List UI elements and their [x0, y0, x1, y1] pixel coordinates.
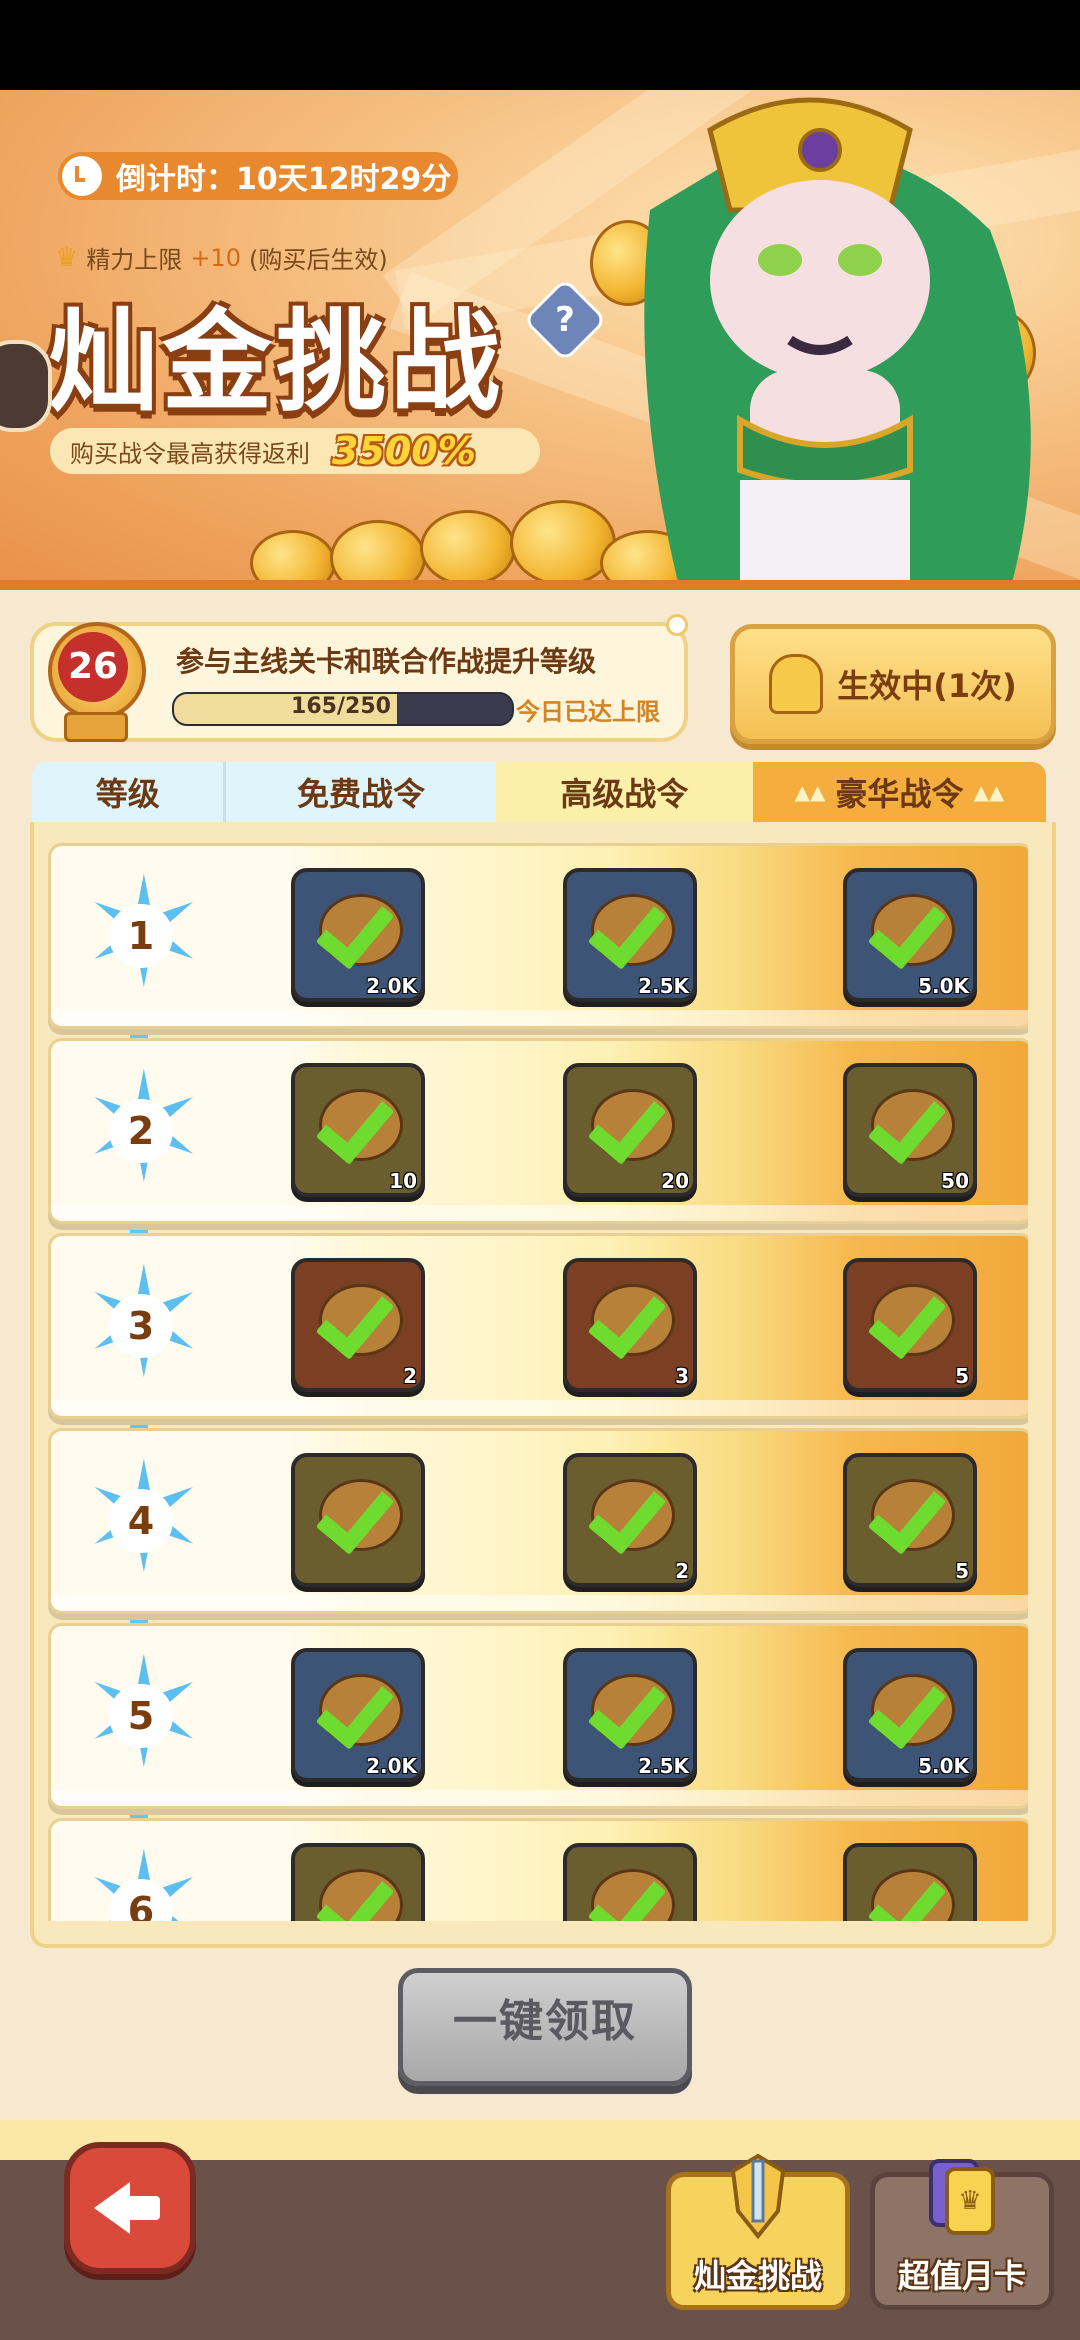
event-banner: 倒计时：10天12时29分 ♛ 精力上限 +10 (购买后生效) 灿金挑战 ? …: [0, 90, 1080, 590]
question-icon: ?: [555, 300, 575, 340]
reward-quantity: 3: [675, 1364, 689, 1388]
level-star-badge: ✶5: [81, 1639, 207, 1789]
luxury-reward-item[interactable]: 5: [843, 1453, 977, 1587]
premium-reward-item[interactable]: 2: [563, 1453, 697, 1587]
tab-level[interactable]: 等级: [32, 762, 224, 822]
level-number: 26: [58, 632, 128, 702]
level-star-badge: ✶4: [81, 1444, 207, 1594]
nav-tab-monthly-card[interactable]: ♛ 超值月卡: [870, 2159, 1054, 2310]
premium-reward-item[interactable]: [563, 1843, 697, 1921]
level-star-badge: ✶1: [81, 859, 207, 1009]
premium-reward-item[interactable]: 20: [563, 1063, 697, 1197]
row-level-number: 3: [109, 1294, 173, 1358]
tab-premium-pass[interactable]: 高级战令: [495, 762, 753, 822]
character-illustration: [644, 97, 1031, 590]
status-bar: [0, 0, 1080, 90]
reward-row: ✶ 6: [48, 1818, 1028, 1921]
active-status-button[interactable]: 生效中(1次): [730, 624, 1056, 744]
reward-quantity: 5: [955, 1364, 969, 1388]
reward-quantity: 2: [403, 1364, 417, 1388]
free-reward-item[interactable]: [291, 1453, 425, 1587]
crown-icon: ♛: [55, 242, 79, 273]
trophy-icon: [769, 654, 824, 714]
reward-quantity: 2.0K: [366, 974, 417, 998]
reward-quantity: 2.5K: [638, 1754, 689, 1778]
tab-luxury-label: 豪华战令: [835, 775, 964, 813]
reward-row: ✶1 2.0K 2.5K 5.0K: [48, 843, 1028, 1029]
tab-free-pass[interactable]: 免费战令: [223, 762, 496, 822]
premium-reward-item[interactable]: 2.5K: [563, 1648, 697, 1782]
reward-quantity: 50: [941, 1169, 969, 1193]
rebate-percent: 3500%: [332, 429, 476, 473]
luxury-reward-item[interactable]: [843, 1843, 977, 1921]
level-star-badge: ✶3: [81, 1249, 207, 1399]
energy-label: 精力上限: [86, 246, 183, 274]
reward-row: ✶3 2 3 5: [48, 1233, 1028, 1419]
energy-bonus: ♛ 精力上限 +10 (购买后生效): [55, 240, 388, 275]
level-description: 参与主线关卡和联合作战提升等级: [176, 645, 597, 678]
event-title: 灿金挑战: [48, 298, 504, 426]
reward-quantity: 20: [661, 1169, 689, 1193]
luxury-reward-item[interactable]: 5.0K: [843, 868, 977, 1002]
rebate-bar: 购买战令最高获得返利 3500%: [50, 428, 540, 474]
side-chat-bubble[interactable]: [0, 340, 52, 432]
premium-reward-item[interactable]: 3: [563, 1258, 697, 1392]
reward-row: ✶2 10 20 50: [48, 1038, 1028, 1224]
luxury-reward-item[interactable]: 50: [843, 1063, 977, 1197]
row-level-number: 2: [109, 1099, 173, 1163]
sparkle-icon: ▲▲: [794, 780, 826, 804]
claim-all-button[interactable]: 一键领取: [398, 1968, 692, 2086]
countdown-text: 倒计时：10天12时29分: [116, 162, 452, 197]
premium-reward-item[interactable]: 2.5K: [563, 868, 697, 1002]
rebate-text: 购买战令最高获得返利: [70, 439, 310, 468]
free-reward-item[interactable]: 10: [291, 1063, 425, 1197]
row-level-number: 5: [109, 1684, 173, 1748]
reward-row: ✶5 2.0K 2.5K 5.0K: [48, 1623, 1028, 1809]
reward-quantity: 5: [955, 1559, 969, 1583]
countdown-timer: 倒计时：10天12时29分: [58, 152, 458, 200]
card-icon: ♛: [929, 2159, 995, 2235]
energy-note: (购买后生效): [248, 246, 388, 274]
back-arrow-icon: [94, 2182, 130, 2234]
reward-quantity: 5.0K: [918, 1754, 969, 1778]
free-reward-item[interactable]: 2.0K: [291, 1648, 425, 1782]
pass-tabs: 等级 免费战令 高级战令 ▲▲ 豪华战令 ▲▲: [32, 762, 1046, 822]
row-level-number: 1: [109, 904, 173, 968]
back-button[interactable]: [64, 2142, 196, 2274]
active-status-label: 生效中(1次): [837, 667, 1017, 705]
nav-tab-gold-challenge[interactable]: 灿金挑战: [666, 2153, 850, 2310]
reward-quantity: 5.0K: [918, 974, 969, 998]
luxury-reward-item[interactable]: 5: [843, 1258, 977, 1392]
reward-quantity: 2.5K: [638, 974, 689, 998]
reward-quantity: 2.0K: [366, 1754, 417, 1778]
level-badge: 26: [34, 612, 152, 742]
luxury-reward-item[interactable]: 5.0K: [843, 1648, 977, 1782]
xp-progress-text: 165/250: [291, 694, 391, 719]
clock-icon: [62, 156, 102, 196]
coin-icon: [420, 510, 516, 586]
free-reward-item[interactable]: 2.0K: [291, 868, 425, 1002]
reward-row: ✶4 2 5: [48, 1428, 1028, 1614]
energy-bonus-value: +10: [190, 243, 241, 272]
ornament-dot: [666, 614, 688, 636]
sword-emblem-icon: [730, 2153, 786, 2240]
sparkle-icon: ▲▲: [973, 780, 1005, 804]
nav-tab-label: 超值月卡: [897, 2257, 1026, 2295]
svg-text:♛: ♛: [958, 2186, 981, 2216]
free-reward-item[interactable]: [291, 1843, 425, 1921]
tab-luxury-pass[interactable]: ▲▲ 豪华战令 ▲▲: [752, 762, 1046, 822]
free-reward-item[interactable]: 2: [291, 1258, 425, 1392]
level-star-badge: ✶ 6: [81, 1834, 207, 1921]
reward-list[interactable]: ✶12.0K2.5K5.0K✶2102050✶3235✶425✶52.0K2.5…: [48, 843, 1028, 1921]
level-star-badge: ✶2: [81, 1054, 207, 1204]
reward-quantity: 10: [389, 1169, 417, 1193]
row-level-number: 4: [109, 1489, 173, 1553]
reward-quantity: 2: [675, 1559, 689, 1583]
daily-limit-text: 今日已达上限: [516, 698, 660, 726]
nav-tab-label: 灿金挑战: [693, 2257, 822, 2295]
